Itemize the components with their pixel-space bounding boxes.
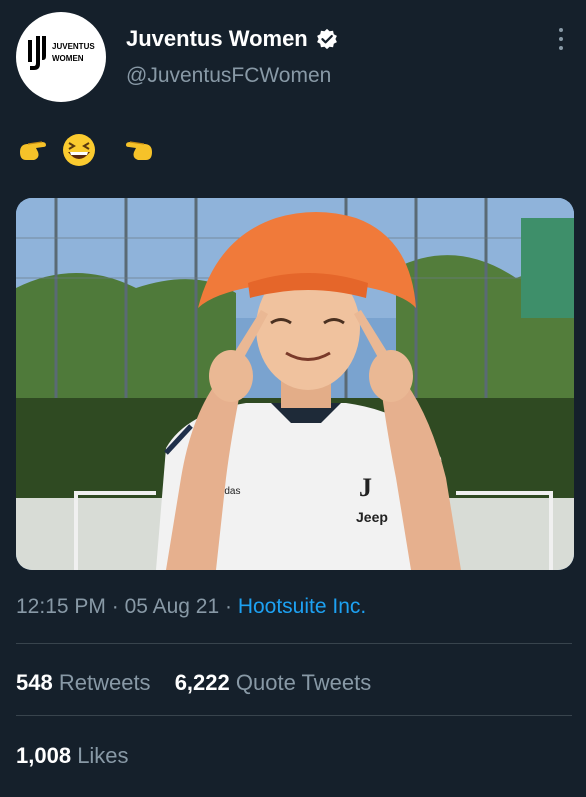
pointing-left-hand-icon <box>126 141 152 160</box>
avatar[interactable]: JUVENTUS WOMEN <box>16 12 106 102</box>
handle[interactable]: @JuventusFCWomen <box>126 64 338 88</box>
pointing-right-hand-icon <box>20 141 46 160</box>
likes-label: Likes <box>77 743 129 768</box>
likes-count: 1,008 <box>16 743 72 768</box>
retweets-count: 548 <box>16 670 53 695</box>
more-options-icon[interactable] <box>556 28 566 56</box>
quote-tweets-count: 6,222 <box>174 670 230 695</box>
grinning-squinting-face-icon <box>63 134 95 166</box>
retweets-stat[interactable]: 548 Retweets <box>16 670 151 695</box>
engagement-stats-row: 548 Retweets 6,222 Quote Tweets <box>16 670 389 696</box>
tweet-text <box>16 130 216 170</box>
emoji-row <box>20 134 152 166</box>
avatar-text-line2: WOMEN <box>52 54 84 63</box>
tweet-header: JUVENTUS WOMEN Juventus Women @JuventusF… <box>16 12 572 104</box>
tweet-source-link[interactable]: Hootsuite Inc. <box>238 595 366 618</box>
likes-stats-row: 1,008 Likes <box>16 743 147 769</box>
tweet-photo[interactable]: J Jeep adidas <box>16 198 574 570</box>
photo-illustration: J Jeep adidas <box>16 198 574 570</box>
shirt-logo: J <box>359 473 372 502</box>
divider <box>16 643 572 644</box>
quote-tweets-label: Quote Tweets <box>235 670 372 695</box>
name-block: Juventus Women @JuventusFCWomen <box>126 26 338 88</box>
likes-stat[interactable]: 1,008 Likes <box>16 743 129 768</box>
retweets-label: Retweets <box>58 670 151 695</box>
tweet-time[interactable]: 12:15 PM <box>16 595 106 618</box>
tweet-date[interactable]: 05 Aug 21 <box>125 595 220 618</box>
tweet-meta: 12:15 PM · 05 Aug 21 · Hootsuite Inc. <box>16 595 366 619</box>
shirt-sponsor: Jeep <box>356 509 388 525</box>
verified-badge-icon <box>316 28 337 50</box>
juventus-logo-icon: JUVENTUS WOMEN <box>28 36 95 70</box>
display-name[interactable]: Juventus Women <box>126 26 308 52</box>
divider <box>16 715 572 716</box>
avatar-text-line1: JUVENTUS <box>52 42 95 51</box>
quote-tweets-stat[interactable]: 6,222 Quote Tweets <box>175 670 372 695</box>
meta-separator: · <box>105 595 125 618</box>
meta-separator: · <box>219 595 238 618</box>
